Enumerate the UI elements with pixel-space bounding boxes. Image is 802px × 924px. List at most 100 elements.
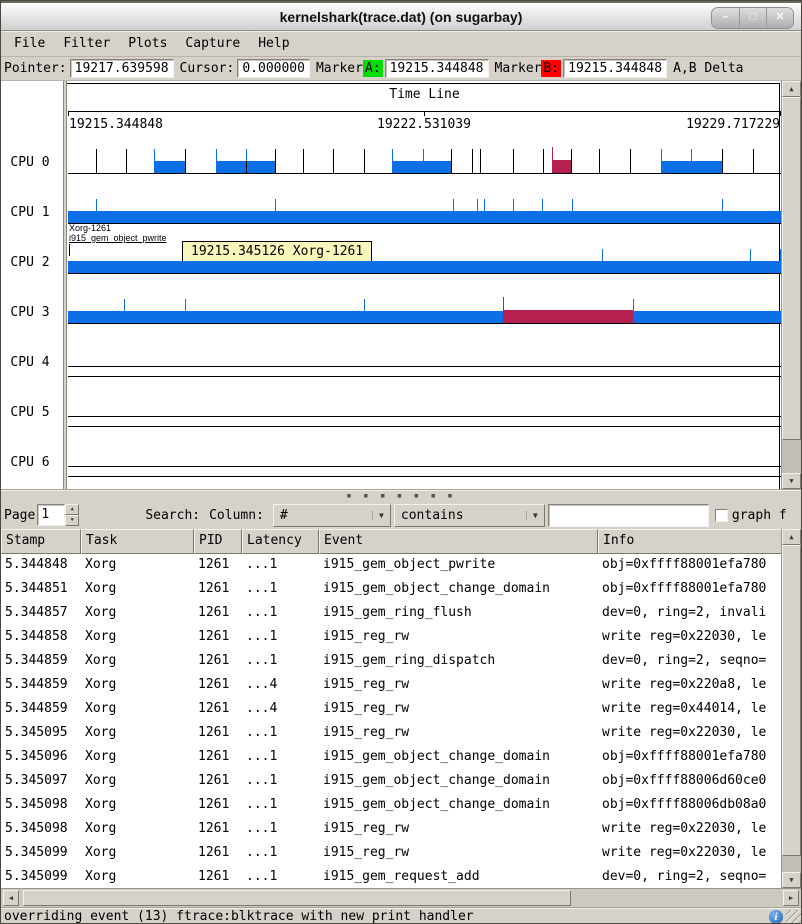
cell-pid: 1261 [194,746,242,770]
table-scrollbar-trough[interactable] [782,856,801,872]
cell-info: write reg=0x22030, le [598,842,781,866]
table-vertical-scrollbar[interactable]: ▲ ▼ [781,529,801,888]
menu-item-plots[interactable]: Plots [119,33,176,54]
cpu-label-cpu5: CPU 5 [1,405,59,420]
graph-scrollbar-thumb[interactable] [782,97,801,440]
minimize-button[interactable]: – [712,8,739,28]
event-tick [96,199,97,211]
pointer-value: 19217.639598 [70,59,174,78]
cursor-label: Cursor: [180,61,235,76]
table-row[interactable]: 5.344859Xorg1261...1i915_gem_ring_dispat… [1,650,781,674]
cell-stamp: 5.344859 [1,650,81,674]
event-tick [691,149,692,161]
cell-event: i915_reg_rw [319,722,598,746]
cell-pid: 1261 [194,650,242,674]
scroll-up-icon[interactable]: ▲ [782,529,801,545]
graph-follows-label: graph f [732,508,787,523]
match-select[interactable]: contains ▼ [394,504,545,527]
cell-stamp: 5.345098 [1,794,81,818]
scroll-left-icon[interactable]: ◀ [3,890,19,906]
close-button[interactable]: ✕ [766,8,793,28]
marker-b-chip[interactable]: B: [541,60,561,77]
cell-task: Xorg [81,866,194,888]
table-row[interactable]: 5.344857Xorg1261...1i915_gem_ring_flushd… [1,602,781,626]
status-bar: overriding event (13) ftrace:blktrace wi… [1,907,801,924]
spin-down-icon[interactable]: ▼ [65,515,79,526]
menu-item-capture[interactable]: Capture [176,33,249,54]
scroll-up-icon[interactable]: ▲ [782,81,801,97]
cell-latency: ...1 [242,578,319,602]
timeline-plot[interactable]: Time Line Xorg-1261 i915_gem_object_pwri… [1,81,781,489]
table-row[interactable]: 5.344859Xorg1261...4i915_reg_rwwrite reg… [1,674,781,698]
table-row[interactable]: 5.344851Xorg1261...1i915_gem_object_chan… [1,578,781,602]
event-tick [543,149,544,173]
table-row[interactable]: 5.344859Xorg1261...4i915_reg_rwwrite reg… [1,698,781,722]
graph-scrollbar-trough[interactable] [782,440,801,473]
table-row[interactable]: 5.344848Xorg1261...1i915_gem_object_pwri… [1,554,781,578]
cell-pid: 1261 [194,770,242,794]
event-tick [661,149,662,161]
marker-b-label: Marker [495,61,542,76]
menu-bar: FileFilterPlotsCaptureHelp [1,31,801,57]
event-tick [779,149,780,173]
cell-pid: 1261 [194,698,242,722]
table-horizontal-scrollbar[interactable]: ◀ ▶ [1,888,801,907]
ab-delta-label: A,B Delta [673,61,743,76]
table-row[interactable]: 5.345097Xorg1261...1i915_gem_object_chan… [1,770,781,794]
page-number-field[interactable]: 1 [37,504,65,526]
column-header-info[interactable]: Info [598,529,783,554]
table-body[interactable]: 5.344848Xorg1261...1i915_gem_object_pwri… [1,554,781,888]
table-row[interactable]: 5.345095Xorg1261...1i915_reg_rwwrite reg… [1,722,781,746]
menu-item-help[interactable]: Help [249,33,298,54]
cell-info: write reg=0x22030, le [598,626,781,650]
table-row[interactable]: 5.345099Xorg1261...1i915_gem_request_add… [1,866,781,888]
cell-info: obj=0xffff88001efa780 [598,578,781,602]
table-row[interactable]: 5.344858Xorg1261...1i915_reg_rwwrite reg… [1,626,781,650]
column-header-event[interactable]: Event [319,529,598,554]
cpu-lane-line [68,173,781,174]
event-tick [185,299,186,311]
column-header-stamp[interactable]: Stamp [1,529,81,554]
table-row[interactable]: 5.345098Xorg1261...1i915_gem_object_chan… [1,794,781,818]
scroll-down-icon[interactable]: ▼ [782,872,801,888]
event-tick [216,149,217,161]
graph-vertical-scrollbar[interactable]: ▲ ▼ [781,81,801,489]
table-row[interactable]: 5.345098Xorg1261...1i915_reg_rwwrite reg… [1,818,781,842]
pane-splitter[interactable]: ▪ ▪ ▪ ▪ ▪ ▪ ▪ [1,489,801,501]
column-header-latency[interactable]: Latency [242,529,319,554]
cell-info: obj=0xffff88006db08a0 [598,794,781,818]
cell-pid: 1261 [194,602,242,626]
table-row[interactable]: 5.345099Xorg1261...1i915_reg_rwwrite reg… [1,842,781,866]
cell-info: write reg=0x220a8, le [598,674,781,698]
task-label-event: i915_gem_object_pwrite [69,233,167,243]
title-bar[interactable]: kernelshark(trace.dat) (on sugarbay) – □… [1,1,801,31]
scroll-down-icon[interactable]: ▼ [782,473,801,489]
search-input[interactable] [548,504,709,527]
column-header-task[interactable]: Task [81,529,194,554]
column-select[interactable]: # ▼ [273,504,391,527]
cell-pid: 1261 [194,626,242,650]
maximize-button[interactable]: □ [739,8,766,28]
timeline-graph-panel: Time Line Xorg-1261 i915_gem_object_pwri… [1,81,801,489]
page-spinner[interactable]: 1 ▲ ▼ [37,504,79,526]
marker-b-value: 19215.344848 [563,59,667,78]
column-header-pid[interactable]: PID [194,529,242,554]
event-tick [513,149,514,173]
cell-event: i915_reg_rw [319,818,598,842]
hscrollbar-thumb[interactable] [23,890,571,906]
cell-event: i915_gem_ring_dispatch [319,650,598,674]
cpu-latency-bar [552,160,571,173]
menu-item-filter[interactable]: Filter [54,33,119,54]
info-icon[interactable]: i [769,910,783,924]
cell-pid: 1261 [194,842,242,866]
menu-item-file[interactable]: File [5,33,54,54]
resize-grip-icon[interactable] [786,910,801,924]
graph-follows-checkbox[interactable] [715,509,728,522]
scroll-right-icon[interactable]: ▶ [783,890,799,906]
spin-up-icon[interactable]: ▲ [65,504,79,515]
cell-event: i915_gem_object_change_domain [319,770,598,794]
marker-a-chip[interactable]: A: [363,60,383,77]
cell-stamp: 5.344851 [1,578,81,602]
table-scrollbar-thumb[interactable] [782,545,801,856]
table-row[interactable]: 5.345096Xorg1261...1i915_gem_object_chan… [1,746,781,770]
